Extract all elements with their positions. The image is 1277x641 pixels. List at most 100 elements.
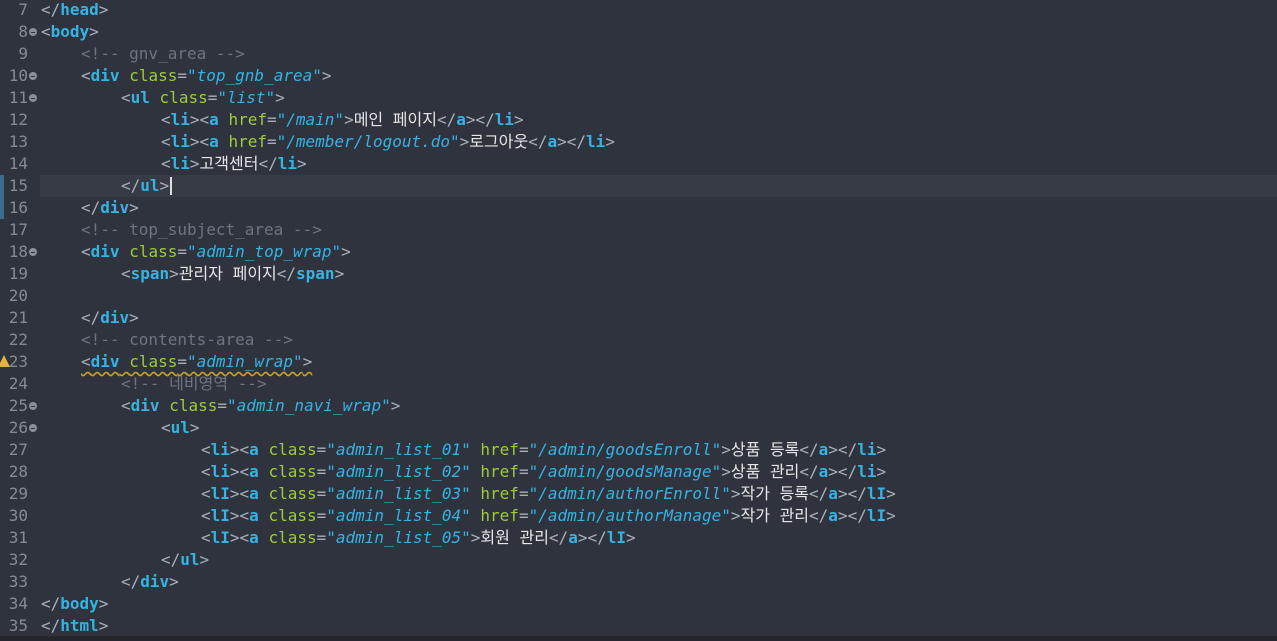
code-content[interactable]: </body> (40, 593, 1277, 615)
code-content[interactable]: <div class="admin_top_wrap"> (40, 241, 1277, 263)
code-line[interactable]: 24 <!-- 네비영역 --> (0, 373, 1277, 395)
code-content[interactable]: </ul> (40, 549, 1277, 571)
code-content[interactable]: <!-- top_subject_area --> (40, 219, 1277, 241)
code-token-brk: > (321, 66, 332, 85)
code-token-brk: = (177, 242, 187, 261)
code-content[interactable]: <li><a href="/main">메인 페이지</a></li> (40, 109, 1277, 131)
fold-collapse-icon[interactable] (29, 402, 37, 410)
code-line[interactable]: 21 </div> (0, 307, 1277, 329)
fold-collapse-icon[interactable] (29, 72, 37, 80)
code-line[interactable]: 33 </div> (0, 571, 1277, 593)
code-token-brk: >< (189, 110, 210, 129)
code-token-brk: > (721, 462, 731, 481)
code-token-brk: >< (229, 440, 250, 459)
code-token-tag: a (249, 528, 259, 547)
code-content[interactable]: <div class="admin_wrap"> (40, 351, 1277, 373)
code-content[interactable]: <!-- 네비영역 --> (40, 373, 1277, 395)
line-gutter: 30 (0, 505, 40, 527)
code-line[interactable]: 7 </head> (0, 0, 1277, 21)
code-line[interactable]: 18 <div class="admin_top_wrap"> (0, 241, 1277, 263)
code-token-brk: </ (121, 572, 141, 591)
code-line[interactable]: 28 <li><a class="admin_list_02" href="/ad… (0, 461, 1277, 483)
code-token-brk: > (169, 264, 179, 283)
code-line[interactable]: 20 (0, 285, 1277, 307)
code-token-brk: = (316, 506, 327, 525)
code-content[interactable]: <ul class="list"> (40, 87, 1277, 109)
code-line[interactable]: 23 <div class="admin_wrap"> (0, 351, 1277, 373)
code-content[interactable]: <div class="admin_navi_wrap"> (40, 395, 1277, 417)
code-line[interactable]: 10 <div class="top_gnb_area"> (0, 65, 1277, 87)
code-token-brk: < (201, 528, 211, 547)
fold-collapse-icon[interactable] (29, 94, 37, 102)
line-gutter: 7 (0, 0, 40, 21)
code-line[interactable]: 19 <span>관리자 페이지</span> (0, 263, 1277, 285)
fold-collapse-icon[interactable] (29, 248, 37, 256)
code-text: <lI><a class="admin_list_04" href="/admi… (201, 505, 896, 527)
code-line[interactable]: 16 </div> (0, 197, 1277, 219)
code-line[interactable]: 11 <ul class="list"> (0, 87, 1277, 109)
line-number: 17 (8, 220, 28, 239)
horizontal-scrollbar[interactable] (0, 636, 1277, 641)
line-number: 10 (8, 66, 28, 85)
code-line[interactable]: 22 <!-- contents-area --> (0, 329, 1277, 351)
code-token-brk: ></ (837, 484, 867, 503)
code-token-tag: li (586, 132, 606, 151)
line-number: 29 (8, 484, 28, 503)
code-line[interactable]: 9 <!-- gnv_area --> (0, 43, 1277, 65)
code-token-tag: lI (210, 528, 230, 547)
code-text: <lI><a class="admin_list_03" href="/admi… (201, 483, 896, 505)
code-line[interactable]: 15 </ul> (0, 175, 1277, 197)
code-token-brk: = (177, 66, 187, 85)
code-line[interactable]: 17 <!-- top_subject_area --> (0, 219, 1277, 241)
code-content[interactable]: <lI><a class="admin_list_03" href="/admi… (40, 483, 1277, 505)
fold-collapse-icon[interactable] (29, 424, 37, 432)
code-content[interactable] (40, 285, 1277, 307)
code-token-brk: </ (258, 154, 278, 173)
code-line[interactable]: 12 <li><a href="/main">메인 페이지</a></li> (0, 109, 1277, 131)
line-gutter: 25 (0, 395, 40, 417)
code-content[interactable]: </ul> (40, 175, 1277, 197)
code-content[interactable]: </div> (40, 307, 1277, 329)
code-content[interactable]: <span>관리자 페이지</span> (40, 263, 1277, 285)
code-content[interactable]: <!-- gnv_area --> (40, 43, 1277, 65)
code-line[interactable]: 35 </html> (0, 615, 1277, 637)
code-line[interactable]: 14 <li>고객센터</li> (0, 153, 1277, 175)
code-line[interactable]: 25 <div class="admin_navi_wrap"> (0, 395, 1277, 417)
code-content[interactable]: <lI><a class="admin_list_04" href="/admi… (40, 505, 1277, 527)
line-number: 18 (8, 242, 28, 261)
code-line[interactable]: 31 <lI><a class="admin_list_05">회원 관리</a>… (0, 527, 1277, 549)
code-line[interactable]: 30 <lI><a class="admin_list_04" href="/ad… (0, 505, 1277, 527)
code-content[interactable]: </div> (40, 571, 1277, 593)
code-text: </div> (81, 307, 139, 329)
line-number: 13 (8, 132, 28, 151)
code-line[interactable]: 8 <body> (0, 21, 1277, 43)
code-token-brk: = (266, 110, 277, 129)
code-token-brk: >< (229, 462, 250, 481)
code-line[interactable]: 34 </body> (0, 593, 1277, 615)
code-content[interactable]: <ul> (40, 417, 1277, 439)
code-content[interactable]: <div class="top_gnb_area"> (40, 65, 1277, 87)
code-token-tag: li (494, 110, 515, 129)
code-token-brk: > (89, 22, 99, 41)
code-content[interactable]: <!-- contents-area --> (40, 329, 1277, 351)
code-content[interactable]: <lI><a class="admin_list_05">회원 관리</a></… (40, 527, 1277, 549)
code-content[interactable]: <li>고객센터</li> (40, 153, 1277, 175)
code-content[interactable]: </div> (40, 197, 1277, 219)
code-token-brk: = (316, 528, 327, 547)
code-token-brk: </ (276, 264, 297, 283)
code-content[interactable]: </head> (40, 0, 1277, 21)
code-editor[interactable]: 7 </head> 8 <body> 9 <!-- gnv_area --> 10 <div … (0, 0, 1277, 636)
code-line[interactable]: 26 <ul> (0, 417, 1277, 439)
code-line[interactable]: 13 <li><a href="/member/logout.do">로그아웃</… (0, 131, 1277, 153)
code-line[interactable]: 32 </ul> (0, 549, 1277, 571)
code-content[interactable]: </html> (40, 615, 1277, 637)
code-content[interactable]: <li><a class="admin_list_01" href="/admi… (40, 439, 1277, 461)
fold-collapse-icon[interactable] (29, 28, 37, 36)
code-content[interactable]: <body> (40, 21, 1277, 43)
code-line[interactable]: 29 <lI><a class="admin_list_03" href="/ad… (0, 483, 1277, 505)
code-content[interactable]: <li><a href="/member/logout.do">로그아웃</a>… (40, 131, 1277, 153)
code-line[interactable]: 27 <li><a class="admin_list_01" href="/ad… (0, 439, 1277, 461)
code-token-brk: </ (121, 176, 141, 195)
code-content[interactable]: <li><a class="admin_list_02" href="/admi… (40, 461, 1277, 483)
